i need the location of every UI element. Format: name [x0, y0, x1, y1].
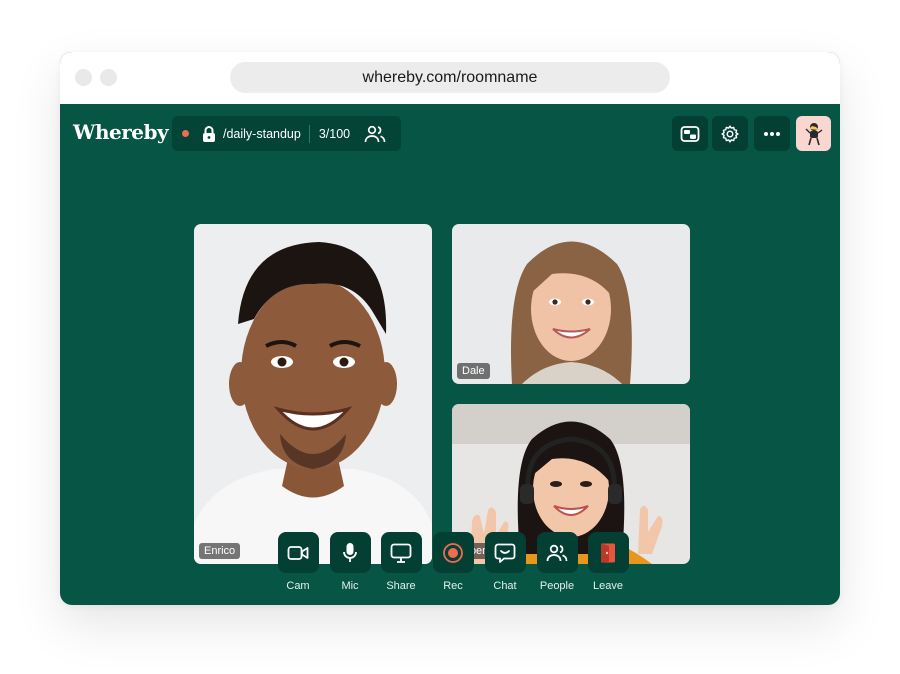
url-text: whereby.com/roomname	[362, 68, 538, 86]
video-call-app: Whereby /daily-standup 3/100 Enrico Dale…	[60, 104, 840, 605]
leave-button[interactable]	[587, 532, 629, 573]
rec-button[interactable]	[432, 532, 474, 573]
chat-label: Chat	[493, 580, 517, 592]
people-button[interactable]	[536, 532, 578, 573]
screen-share-icon	[390, 543, 412, 563]
leave-control[interactable]: Leave	[582, 532, 634, 592]
room-name: /daily-standup	[223, 126, 301, 141]
share-button[interactable]	[380, 532, 422, 573]
more-options-button[interactable]	[754, 116, 790, 151]
whereby-logo[interactable]: Whereby	[73, 120, 169, 144]
picture-in-picture-icon	[680, 125, 700, 142]
settings-gear-icon	[721, 124, 739, 143]
settings-button[interactable]	[712, 116, 748, 151]
chat-icon	[494, 543, 516, 563]
window-dot-minimize[interactable]	[100, 69, 117, 86]
cam-label: Cam	[286, 580, 310, 592]
leave-label: Leave	[593, 580, 623, 592]
video-tile-enrico[interactable]: Enrico	[194, 224, 432, 564]
divider	[308, 124, 310, 143]
mic-button[interactable]	[329, 532, 371, 573]
cam-button[interactable]	[277, 532, 319, 573]
room-info-bar[interactable]: /daily-standup 3/100	[172, 116, 401, 151]
mic-control[interactable]: Mic	[324, 532, 376, 592]
cam-control[interactable]: Cam	[272, 532, 324, 592]
browser-window: whereby.com/roomname Whereby /daily-stan…	[60, 52, 840, 605]
participant-count: 3/100	[318, 126, 351, 141]
mic-label: Mic	[341, 580, 359, 592]
share-control[interactable]: Share	[375, 532, 427, 592]
participant-name: Enrico	[199, 543, 241, 559]
share-label: Share	[386, 580, 416, 592]
participant-video-enrico	[194, 224, 432, 564]
picture-in-picture-button[interactable]	[672, 116, 708, 151]
record-icon	[443, 542, 463, 563]
people-control[interactable]: People	[531, 532, 583, 592]
video-tile-dale[interactable]: Dale	[452, 224, 690, 384]
chat-control[interactable]: Chat	[479, 532, 531, 592]
window-dot-close[interactable]	[75, 69, 92, 86]
rec-label: Rec	[443, 580, 463, 592]
people-label: People	[539, 580, 575, 592]
participant-name: Dale	[457, 363, 490, 379]
avatar-illustration-icon	[805, 122, 822, 145]
user-avatar[interactable]	[796, 116, 831, 151]
people-icon[interactable]	[364, 125, 386, 143]
lock-icon	[203, 125, 215, 142]
address-bar[interactable]: whereby.com/roomname	[230, 62, 670, 93]
people-icon	[546, 544, 568, 561]
rec-control[interactable]: Rec	[427, 532, 479, 592]
leave-door-icon	[601, 543, 615, 563]
more-options-icon	[764, 131, 780, 136]
chat-button[interactable]	[484, 532, 526, 573]
microphone-icon	[343, 542, 357, 562]
live-indicator	[182, 130, 189, 137]
browser-chrome: whereby.com/roomname	[60, 52, 840, 104]
participant-video-dale	[452, 224, 690, 384]
camera-icon	[287, 545, 309, 560]
